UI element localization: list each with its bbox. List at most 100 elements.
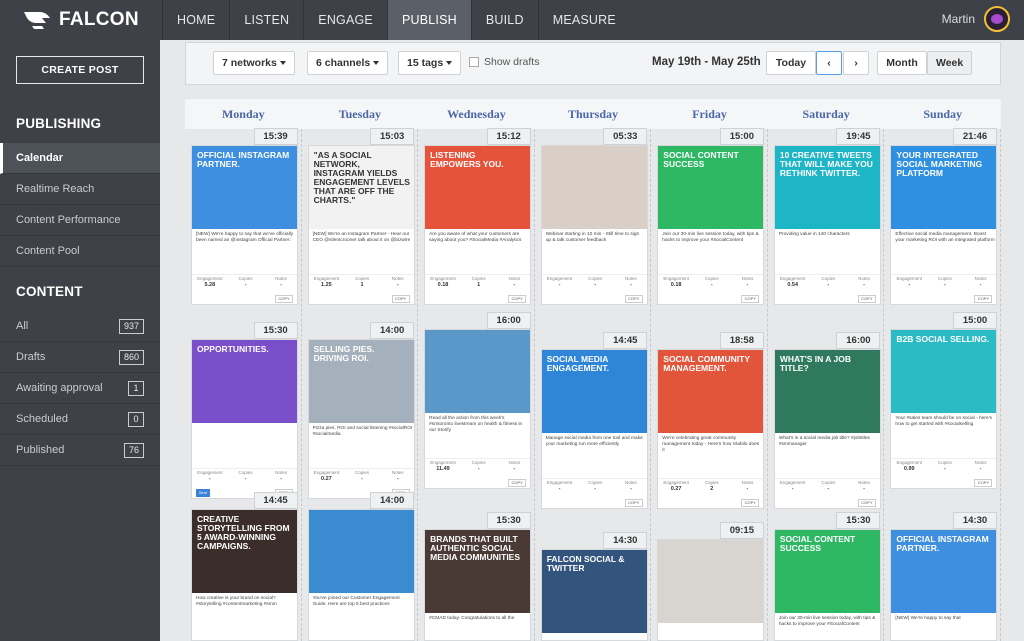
post-card[interactable]: BRANDS THAT BUILT AUTHENTIC SOCIAL MEDIA…: [424, 529, 532, 641]
show-drafts-toggle[interactable]: Show drafts: [469, 56, 539, 68]
nav-listen[interactable]: LISTEN: [229, 0, 303, 40]
post-image[interactable]: [658, 540, 764, 623]
copy-button[interactable]: COPY: [275, 295, 293, 303]
create-post-button[interactable]: CREATE POST: [16, 56, 144, 84]
networks-dropdown[interactable]: 7 networks: [213, 51, 295, 75]
post-image[interactable]: [425, 330, 531, 413]
post-image[interactable]: [308, 510, 414, 593]
post-card[interactable]: Official Instagram Partner. [NEW] We're h…: [890, 529, 998, 641]
copy-button[interactable]: COPY: [974, 295, 993, 303]
sidebar-item-content-pool[interactable]: Content Pool: [0, 236, 160, 267]
post-image[interactable]: [541, 146, 647, 229]
post-card[interactable]: You've joined our Customer Engagement Gu…: [307, 509, 415, 641]
next-week-button[interactable]: ›: [843, 51, 869, 75]
post-card[interactable]: Webinar starting in 10 min - Still time …: [540, 145, 648, 305]
copy-button[interactable]: COPY: [974, 479, 993, 487]
post-time: 14:30: [953, 512, 997, 529]
post-image[interactable]: OPPORTUNITIES.: [192, 340, 297, 423]
post-image[interactable]: LISTENING EMPOWERS YOU.: [425, 146, 531, 229]
stat-value: -: [863, 282, 865, 288]
sidebar-item-scheduled[interactable]: Scheduled 0: [0, 404, 160, 435]
post-card[interactable]: [657, 539, 765, 641]
post-image[interactable]: WHAT'S IN A JOB TITLE?: [774, 350, 880, 433]
copy-button[interactable]: COPY: [741, 295, 760, 303]
copy-button[interactable]: COPY: [857, 499, 876, 507]
stat-notes: Notes -: [846, 275, 880, 292]
stat-label: Engagement: [896, 460, 923, 465]
copy-button[interactable]: COPY: [508, 295, 527, 303]
post-image[interactable]: Social Content Success: [658, 146, 764, 229]
prev-week-button[interactable]: ‹: [816, 51, 842, 75]
week-view-button[interactable]: Week: [927, 51, 972, 75]
show-drafts-label: Show drafts: [484, 56, 540, 68]
stat-value: -: [594, 486, 597, 492]
post-card[interactable]: B2B SOCIAL SELLING. Your #sales team shou…: [890, 329, 998, 489]
copy-button[interactable]: COPY: [508, 479, 527, 487]
post-stats: Engagement 0.99 Copies - Notes -: [891, 458, 997, 476]
stat-notes: Notes -: [496, 275, 530, 292]
post-image[interactable]: CREATIVE STORYTELLING FROM 5 AWARD-WINNI…: [192, 510, 297, 593]
sidebar-item-content-performance[interactable]: Content Performance: [0, 205, 160, 236]
post-headline: CREATIVE STORYTELLING FROM 5 AWARD-WINNI…: [197, 514, 290, 551]
stat-label: Notes: [391, 470, 404, 475]
sidebar-item-published[interactable]: Published 76: [0, 435, 160, 466]
post-card[interactable]: Read all the action from this week's #sm…: [424, 329, 532, 489]
post-card[interactable]: SOCIAL COMMUNITY MANAGEMENT. We're celebr…: [657, 349, 765, 509]
post-card[interactable]: Official Instagram Partner. [NEW] We're h…: [191, 145, 298, 305]
post-image[interactable]: 10 CREATIVE TWEETS THAT WILL MAKE YOU RE…: [774, 146, 880, 229]
avatar[interactable]: [984, 6, 1010, 32]
post-image[interactable]: Official Instagram Partner.: [192, 146, 297, 229]
nav-build[interactable]: BUILD: [470, 0, 538, 40]
nav-engage[interactable]: ENGAGE: [303, 0, 387, 40]
post-image[interactable]: BRANDS THAT BUILT AUTHENTIC SOCIAL MEDIA…: [425, 530, 531, 613]
month-view-button[interactable]: Month: [877, 51, 927, 75]
stat-label: Engagement: [546, 480, 573, 485]
sidebar-item-realtime-reach[interactable]: Realtime Reach: [0, 174, 160, 205]
nav-home[interactable]: HOME: [162, 0, 229, 40]
post-image[interactable]: SELLING PIES. DRIVING ROI.: [308, 340, 414, 423]
post-image[interactable]: "As a social network, Instagram yields e…: [308, 146, 414, 229]
today-button[interactable]: Today: [766, 51, 816, 75]
post-card[interactable]: SOCIAL MEDIA ENGAGEMENT. Manage social me…: [540, 349, 648, 509]
post-time: 21:46: [953, 128, 997, 145]
copy-button[interactable]: COPY: [391, 295, 410, 303]
checkbox[interactable]: [469, 57, 479, 67]
post-card[interactable]: FALCON SOCIAL & TWITTER: [540, 549, 648, 641]
stat-copies: Copies -: [577, 479, 613, 496]
post-card[interactable]: 10 CREATIVE TWEETS THAT WILL MAKE YOU RE…: [773, 145, 881, 305]
post-image[interactable]: SOCIAL MEDIA ENGAGEMENT.: [541, 350, 647, 433]
post-card[interactable]: SELLING PIES. DRIVING ROI. Pizza pies, RO…: [307, 339, 415, 499]
copy-button[interactable]: COPY: [741, 499, 760, 507]
post-text: We're celebrating great community manage…: [662, 436, 760, 453]
post-card[interactable]: WHAT'S IN A JOB TITLE? What's in a social…: [773, 349, 881, 509]
stat-value: -: [746, 282, 749, 288]
copy-button[interactable]: COPY: [624, 295, 643, 303]
post-image[interactable]: Social Content Success: [774, 530, 880, 613]
channels-dropdown[interactable]: 6 channels: [307, 51, 389, 75]
copy-button[interactable]: COPY: [624, 499, 643, 507]
post-card[interactable]: Your Integrated Social Marketing Platfor…: [890, 145, 998, 305]
sidebar-item-drafts[interactable]: Drafts 860: [0, 342, 160, 373]
post-card[interactable]: LISTENING EMPOWERS YOU. Are you aware of …: [424, 145, 532, 305]
day-header-thursday: Thursday: [534, 99, 652, 129]
user-menu[interactable]: Martin: [942, 6, 1010, 32]
sidebar-item-all[interactable]: All 937: [0, 311, 160, 342]
post-card[interactable]: "As a social network, Instagram yields e…: [307, 145, 415, 305]
post-card[interactable]: OPPORTUNITIES.Engagement-Copies-Notes-CO…: [191, 339, 298, 499]
tags-dropdown[interactable]: 15 tags: [398, 51, 462, 75]
post-card[interactable]: CREATIVE STORYTELLING FROM 5 AWARD-WINNI…: [191, 509, 298, 641]
nav-publish[interactable]: PUBLISH: [386, 0, 471, 40]
copy-button[interactable]: COPY: [857, 295, 876, 303]
brand-logo[interactable]: FALCON: [24, 9, 139, 31]
sidebar-item-calendar[interactable]: Calendar: [0, 143, 160, 174]
sidebar-item-awaiting-approval[interactable]: Awaiting approval 1: [0, 373, 160, 404]
post-image[interactable]: Official Instagram Partner.: [891, 530, 997, 613]
post-card[interactable]: Social Content Success Join our 30-min li…: [773, 529, 881, 641]
post-card[interactable]: Social Content Success Join our 30-min li…: [657, 145, 765, 305]
stat-copies: Copies -: [811, 479, 847, 496]
nav-measure[interactable]: MEASURE: [537, 0, 630, 40]
post-image[interactable]: B2B SOCIAL SELLING.: [891, 330, 997, 413]
post-image[interactable]: FALCON SOCIAL & TWITTER: [541, 550, 647, 633]
post-image[interactable]: SOCIAL COMMUNITY MANAGEMENT.: [658, 350, 764, 433]
post-image[interactable]: Your Integrated Social Marketing Platfor…: [891, 146, 997, 229]
